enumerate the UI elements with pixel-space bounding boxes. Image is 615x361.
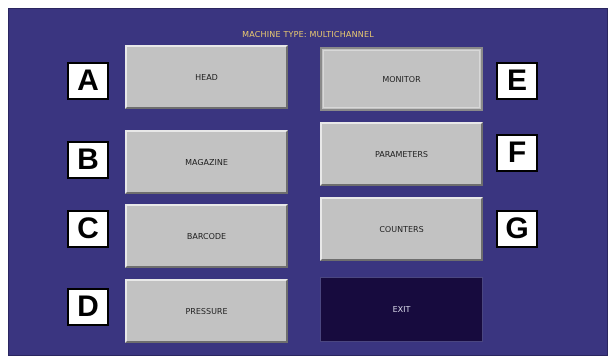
pressure-button[interactable]: PRESSURE	[125, 279, 288, 343]
exit-button[interactable]: EXIT	[320, 277, 483, 342]
barcode-button[interactable]: BARCODE	[125, 204, 288, 268]
callout-label-a: A	[67, 62, 109, 100]
callout-label-f: F	[496, 134, 538, 172]
head-button[interactable]: HEAD	[125, 45, 288, 109]
magazine-button[interactable]: MAGAZINE	[125, 130, 288, 194]
counters-button[interactable]: COUNTERS	[320, 197, 483, 261]
callout-label-d: D	[67, 288, 109, 326]
callout-label-e: E	[496, 62, 538, 100]
callout-label-g: G	[496, 210, 538, 248]
callout-label-b: B	[67, 141, 109, 179]
machine-type-title: MACHINE TYPE: MULTICHANNEL	[242, 30, 374, 39]
callout-label-c: C	[67, 210, 109, 248]
monitor-button[interactable]: MONITOR	[320, 47, 483, 111]
parameters-button[interactable]: PARAMETERS	[320, 122, 483, 186]
